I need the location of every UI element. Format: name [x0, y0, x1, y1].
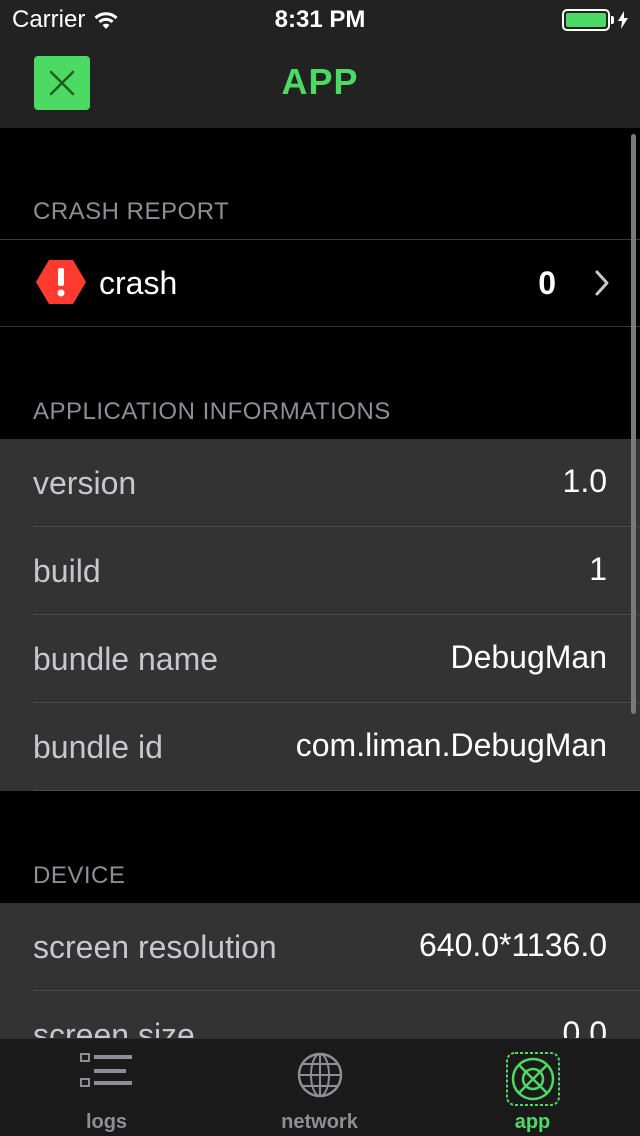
tab-logs[interactable]: logs [0, 1039, 213, 1136]
device-row-screen-resolution: screen resolution 640.0*1136.0 [0, 903, 640, 991]
scrollbar[interactable] [631, 134, 636, 714]
chevron-right-icon [595, 270, 609, 296]
tab-bar: logs network app [0, 1038, 640, 1136]
app-target-icon [505, 1052, 560, 1106]
device-row-screen-size: screen size 0.0 [0, 991, 640, 1038]
tab-app[interactable]: app [426, 1039, 639, 1136]
crash-label: crash [99, 265, 178, 301]
device-header: DEVICE [33, 862, 126, 889]
info-row-bundle-name: bundle name DebugMan [0, 615, 640, 703]
charging-icon [618, 11, 628, 29]
info-value: 1.0 [562, 463, 607, 499]
device-value: 640.0*1136.0 [418, 927, 607, 963]
navigation-bar: APP [0, 40, 640, 128]
info-value: DebugMan [450, 639, 607, 675]
info-row-bundle-id: bundle id com.liman.DebugMan [0, 703, 640, 791]
tab-label: logs [85, 1111, 128, 1133]
battery-icon [562, 9, 628, 31]
crash-row[interactable]: crash 0 [0, 240, 640, 326]
crash-count: 0 [538, 265, 556, 301]
info-value: 1 [589, 551, 607, 587]
device-key: screen resolution [33, 929, 277, 965]
crash-report-header: CRASH REPORT [33, 198, 230, 225]
battery-fill [566, 13, 606, 27]
info-key: build [33, 553, 101, 589]
settings-list[interactable]: CRASH REPORT crash 0 APPLICATION INFORMA… [0, 128, 640, 1038]
status-bar: Carrier 8:31 PM [0, 0, 640, 40]
page-title: APP [281, 61, 359, 102]
device-value: 0.0 [562, 1015, 607, 1038]
info-row-version: version 1.0 [0, 439, 640, 527]
app-info-group: version 1.0 build 1 bundle name DebugMan… [0, 439, 640, 791]
list-icon [79, 1053, 132, 1087]
warning-octagon-icon [36, 260, 86, 304]
info-value: com.liman.DebugMan [295, 727, 607, 763]
info-key: bundle name [33, 641, 219, 677]
status-time: 8:31 PM [274, 6, 366, 33]
tab-network[interactable]: network [213, 1039, 426, 1136]
globe-icon [297, 1052, 342, 1098]
device-group: screen resolution 640.0*1136.0 screen si… [0, 903, 640, 1038]
info-row-build: build 1 [0, 527, 640, 615]
tab-label: network [281, 1111, 358, 1133]
info-key: version [33, 465, 137, 501]
app-info-header: APPLICATION INFORMATIONS [33, 398, 391, 425]
device-key: screen size [33, 1017, 195, 1038]
info-key: bundle id [33, 729, 163, 765]
tab-label: app [514, 1111, 551, 1133]
